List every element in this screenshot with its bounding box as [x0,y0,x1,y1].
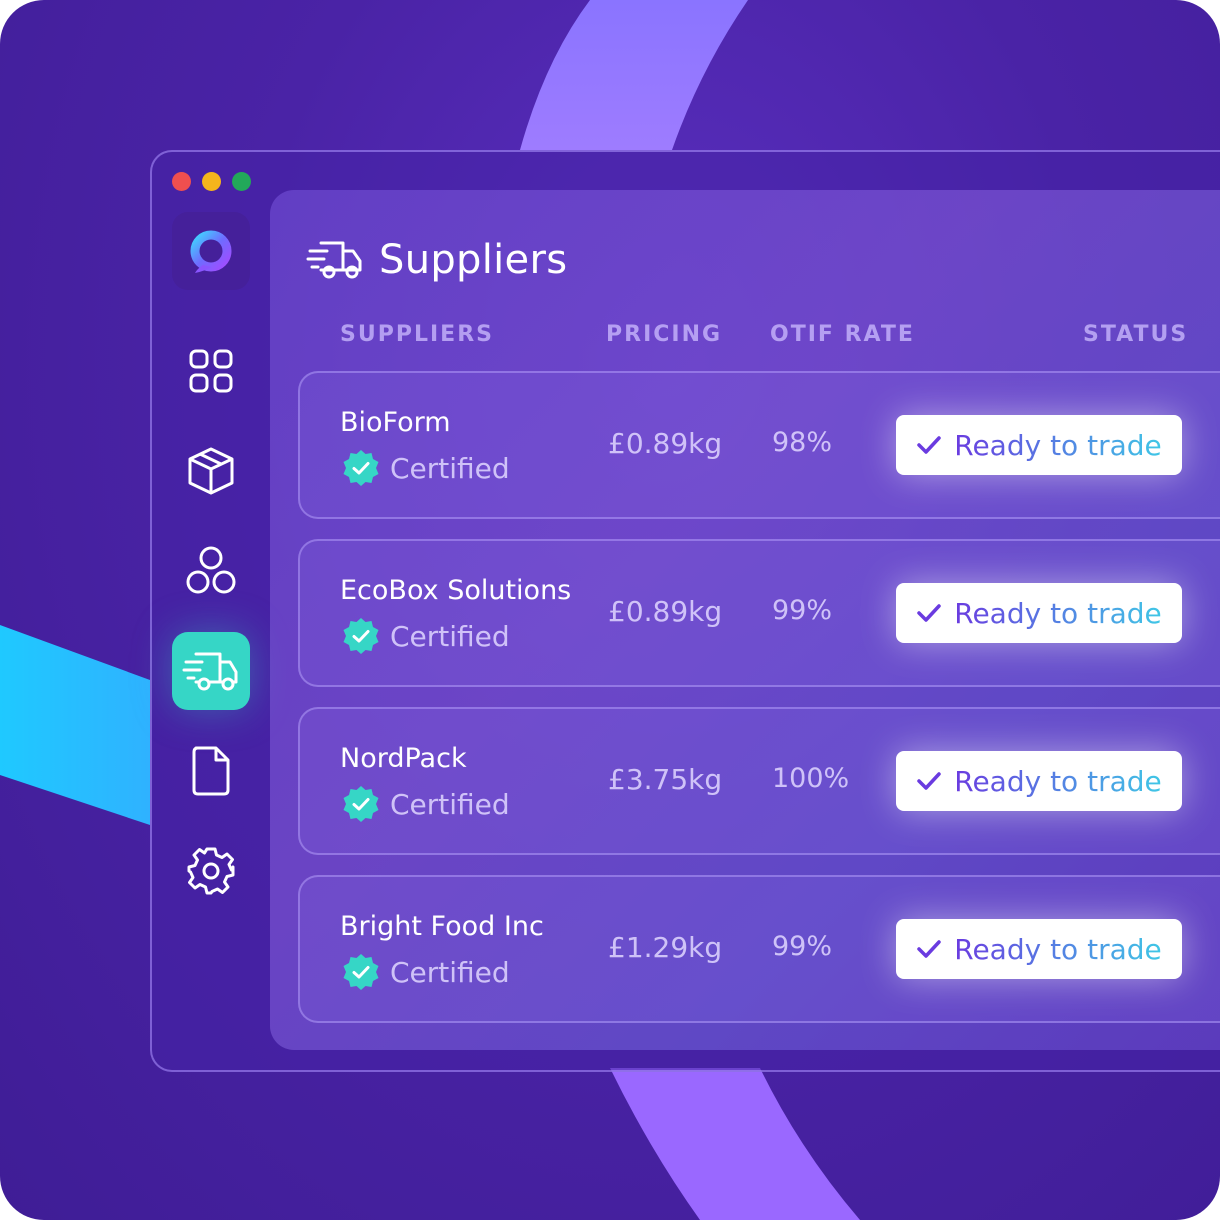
pricing-value: £1.29kg [608,931,723,964]
column-header-suppliers: SUPPLIERS [340,322,494,347]
pricing-value: £0.89kg [608,595,723,628]
certified-badge: Certified [342,785,510,823]
supplier-name: NordPack [340,743,467,774]
supplier-name: Bright Food Inc [340,911,544,942]
status-button[interactable]: Ready to trade [896,919,1182,979]
truck-icon [306,241,362,279]
canvas: Suppliers SUPPLIERS PRICING OTIF RATE ST… [0,0,1220,1220]
box-icon [188,447,234,495]
truck-icon [182,652,238,691]
column-header-status: STATUS [1083,322,1189,347]
certified-badge: Certified [342,449,510,487]
cyan-band [0,625,150,825]
status-label: Ready to trade [954,764,1162,798]
table-row[interactable]: BioForm Certified £0.89kg 98% Ready to t… [298,371,1220,519]
arc-band-bottom [610,1068,860,1220]
status-button[interactable]: Ready to trade [896,583,1182,643]
sidebar-item-suppliers[interactable] [172,632,250,710]
table-row[interactable]: Bright Food Inc Certified £1.29kg 99% Re… [298,875,1220,1023]
page-title: Suppliers [379,237,568,283]
grid-icon [189,349,233,393]
check-icon [917,604,941,622]
minimize-window-dot[interactable] [202,172,221,191]
document-icon [192,746,230,796]
certified-badge: Certified [342,953,510,991]
supplier-name: BioForm [340,407,451,438]
sidebar-item-settings[interactable] [172,832,250,910]
sidebar-item-groups[interactable] [172,532,250,610]
verified-badge-icon [343,618,379,654]
status-label: Ready to trade [954,428,1162,462]
verified-badge-icon [343,450,379,486]
otif-rate-value: 99% [772,595,833,626]
app-logo-icon [190,230,232,273]
panel-header: Suppliers [305,232,567,288]
sidebar-item-documents[interactable] [172,732,250,810]
status-button[interactable]: Ready to trade [896,751,1182,811]
certification-label: Certified [390,955,510,989]
otif-rate-value: 100% [772,763,850,794]
arc-band-top [520,0,748,150]
status-label: Ready to trade [954,596,1162,630]
column-header-otif: OTIF RATE [770,322,915,347]
certified-badge: Certified [342,617,510,655]
sidebar-item-products[interactable] [172,432,250,510]
table-row[interactable]: NordPack Certified £3.75kg 100% Ready to… [298,707,1220,855]
column-header-pricing: PRICING [606,322,723,347]
pricing-value: £0.89kg [608,427,723,460]
table-row[interactable]: EcoBox Solutions Certified £0.89kg 99% R… [298,539,1220,687]
verified-badge-icon [343,954,379,990]
certification-label: Certified [390,619,510,653]
status-label: Ready to trade [954,932,1162,966]
check-icon [917,940,941,958]
certification-label: Certified [390,451,510,485]
certification-label: Certified [390,787,510,821]
sidebar-item-dashboard[interactable] [172,332,250,410]
maximize-window-dot[interactable] [232,172,251,191]
pricing-value: £3.75kg [608,763,723,796]
otif-rate-value: 99% [772,931,833,962]
circles-icon [186,546,236,594]
supplier-name: EcoBox Solutions [340,575,572,606]
app-logo[interactable] [172,212,250,290]
gear-icon [187,847,235,895]
otif-rate-value: 98% [772,427,833,458]
verified-badge-icon [343,786,379,822]
close-window-dot[interactable] [172,172,191,191]
check-icon [917,772,941,790]
check-icon [917,436,941,454]
status-button[interactable]: Ready to trade [896,415,1182,475]
